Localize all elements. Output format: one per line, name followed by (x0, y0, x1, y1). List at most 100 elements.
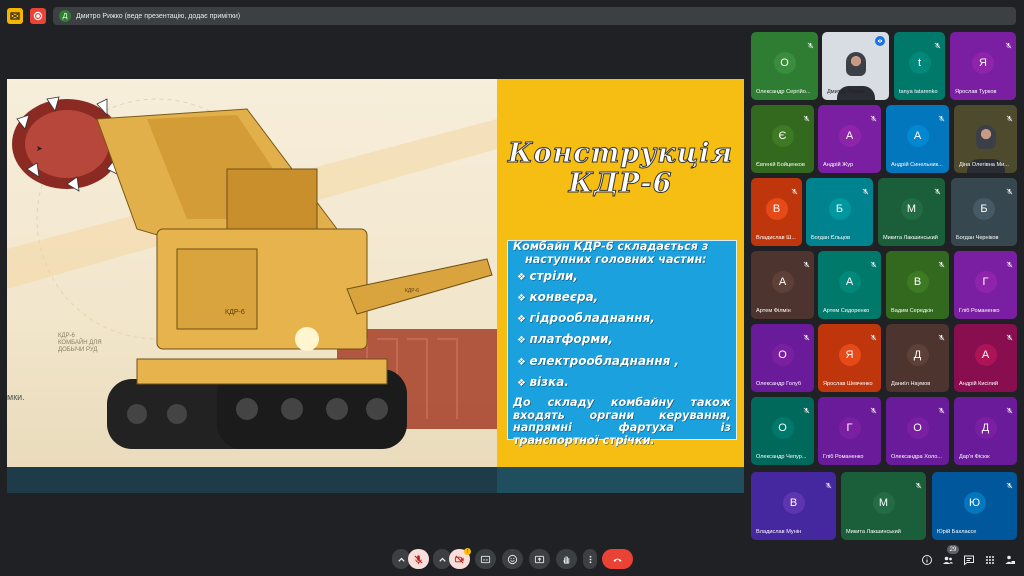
participant-name: tanya tatarenko (899, 89, 938, 95)
participant-avatar: Я (972, 52, 994, 74)
mic-muted-icon (934, 36, 941, 49)
participant-tile[interactable]: Д Даниїл Наумов (886, 324, 949, 392)
participant-avatar: Б (973, 198, 995, 220)
participant-tile[interactable]: А Андрій Жур (818, 105, 881, 173)
mic-muted-icon (938, 328, 945, 341)
participant-avatar: В (765, 198, 788, 220)
captions-button[interactable] (475, 549, 496, 569)
participant-tile[interactable]: М Микита Лакшинський (878, 178, 945, 246)
participant-tile[interactable]: А Артем Сидоренко (818, 251, 881, 319)
participant-name: Богдан Єльцов (811, 235, 851, 241)
participant-count-badge: 29 (947, 545, 959, 554)
mic-muted-icon (938, 255, 945, 268)
participant-avatar: Г (838, 417, 861, 439)
participant-tile[interactable]: О Олександр Сергійо... (751, 32, 818, 100)
slide-machine-photo: ➤ КДР-6 КДР-6 КДР-6 КОМБАЙН ДЛЯ ДОБЫЧИ Р… (7, 79, 497, 467)
participant-name: Богдан Черніков (956, 235, 999, 241)
slide-closing-text: До складу комбайну також входять органи … (513, 395, 731, 448)
activities-button[interactable] (983, 553, 996, 566)
participant-name: Микита Лакшинський (883, 235, 938, 241)
presenter-banner[interactable]: Д Дмитро Рижко (веде презентацію, додає … (53, 7, 1016, 25)
participant-tile[interactable]: Б Богдан Єльцов (806, 178, 873, 246)
participant-name: Андрій Синельник... (891, 162, 943, 168)
info-icon (921, 554, 932, 565)
top-bar: Д Дмитро Рижко (веде презентацію, додає … (0, 0, 1024, 30)
mic-muted-icon (1006, 328, 1013, 341)
people-icon (942, 556, 953, 564)
mic-muted-icon (1006, 401, 1013, 414)
machine-badge-conveyor: КДР-6 (405, 288, 420, 294)
participant-avatar: t (908, 52, 931, 74)
mic-muted-icon (825, 476, 832, 489)
participant-tile[interactable]: А Андрій Синельник... (886, 105, 949, 173)
mic-muted-icon (870, 109, 877, 122)
microphone-toggle-button[interactable] (408, 549, 429, 569)
mic-muted-icon (803, 255, 810, 268)
participant-name: Євгеній Бойценков (756, 162, 805, 168)
more-options-button[interactable] (583, 549, 597, 569)
participant-name: Андрій Кисілий (959, 381, 999, 387)
participant-avatar: О (906, 417, 929, 439)
participant-avatar: М (900, 198, 923, 220)
leave-call-button[interactable] (602, 549, 633, 569)
slide-bullet: стріли, (513, 267, 731, 287)
participant-tile[interactable]: Діна Олегівна Ми... (954, 105, 1017, 173)
participant-tile[interactable]: О Олександра Холо... (886, 397, 949, 465)
presentation-slide: ➤ КДР-6 КДР-6 КДР-6 КОМБАЙН ДЛЯ ДОБЫЧИ Р… (7, 79, 744, 493)
participant-tile[interactable]: Г Гліб Романенко (818, 397, 881, 465)
slide-title-line1: Конструкція (508, 138, 733, 169)
people-button[interactable] (941, 553, 954, 566)
participant-tile[interactable]: Ю Юрій Бахлаєсе (932, 472, 1017, 540)
participant-tile[interactable]: Є Євгеній Бойценков (751, 105, 814, 173)
pointer-cursor-icon: ➤ (36, 144, 43, 153)
raise-hand-button[interactable] (556, 549, 577, 569)
participant-avatar: Ю (963, 492, 986, 514)
mic-muted-icon (1006, 476, 1013, 489)
participant-tile[interactable]: М Микита Лакшинський (841, 472, 926, 540)
participant-tile[interactable]: Я Ярослав Шевченко (818, 324, 881, 392)
participant-name: Артем Філмін (756, 308, 791, 314)
participant-tile[interactable]: В Владислав Мунін (751, 472, 836, 540)
participant-name: Олександра Холо... (891, 454, 942, 460)
record-icon[interactable] (30, 8, 46, 24)
mic-muted-icon (862, 182, 869, 195)
present-screen-button[interactable] (529, 549, 550, 569)
participant-avatar: О (773, 52, 796, 74)
photo-caption: КДР-6 КОМБАЙН ДЛЯ ДОБЫЧИ РУД (58, 333, 102, 353)
participant-avatar: О (771, 344, 794, 366)
participant-tile[interactable]: О Олександр Чепур... (751, 397, 814, 465)
participant-tile[interactable]: Я Ярослав Турков (950, 32, 1016, 100)
participant-name: Олександр Сергійо... (756, 89, 811, 95)
slide-bullet: конвеєра, (513, 288, 731, 308)
participant-tile[interactable]: О Олександр Голуб (751, 324, 814, 392)
mic-muted-icon (938, 109, 945, 122)
mic-muted-icon (870, 401, 877, 414)
participant-video (845, 52, 866, 76)
participant-avatar: Г (974, 271, 997, 293)
reactions-button[interactable] (502, 549, 523, 569)
participant-tile[interactable]: Г Гліб Романенко (954, 251, 1017, 319)
hang-up-icon (613, 558, 622, 562)
participant-tile[interactable]: В Владислав Ш... (751, 178, 802, 246)
participant-tile[interactable]: Дмитро Рижко (822, 32, 889, 100)
participant-tile[interactable]: А Андрій Кисілий (954, 324, 1017, 392)
host-controls-button[interactable] (1003, 553, 1016, 566)
participant-tile[interactable]: Д Дар'я Фісюк (954, 397, 1017, 465)
mic-muted-icon (1005, 36, 1012, 49)
participant-name: Олександр Голуб (756, 381, 802, 387)
presentation-icon[interactable] (7, 8, 23, 24)
camera-off-icon (454, 554, 464, 564)
participant-tile[interactable]: А Артем Філмін (751, 251, 814, 319)
chat-button[interactable] (962, 553, 975, 566)
participant-avatar: Я (838, 344, 861, 366)
slide-footer-band-right (497, 467, 744, 493)
photo-left-text: мки. (7, 392, 25, 402)
participant-tile[interactable]: В Вадим Середкін (886, 251, 949, 319)
slide-title-line2: КДР-6 (568, 168, 673, 199)
participant-tile[interactable]: Б Богдан Черніков (951, 178, 1017, 246)
meeting-info-button[interactable] (920, 553, 933, 566)
participant-tile[interactable]: t tanya tatarenko (894, 32, 945, 100)
mic-muted-icon (803, 109, 810, 122)
mic-muted-icon (803, 328, 810, 341)
mic-muted-icon (807, 36, 814, 49)
